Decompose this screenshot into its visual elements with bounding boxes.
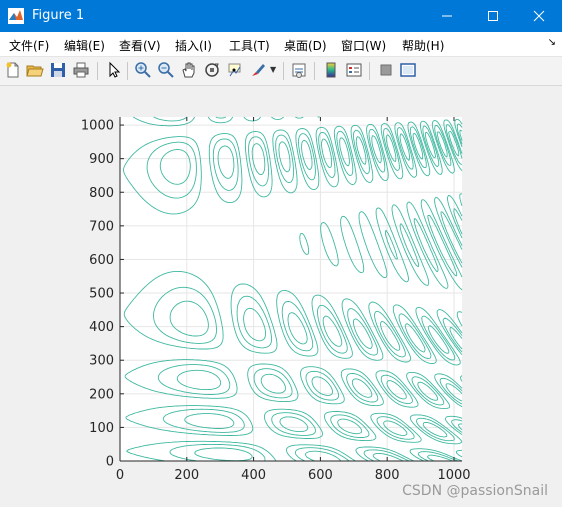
y-tick-label: 300 (89, 354, 114, 369)
menu-tools[interactable]: 工具(T) (229, 37, 270, 54)
x-tick-label: 200 (174, 468, 199, 483)
double-chevron-icon[interactable]: ↘ (548, 37, 556, 48)
toolbar-separator (127, 62, 128, 80)
maximize-icon (488, 11, 498, 21)
legend-icon[interactable] (345, 61, 363, 79)
brush-dropdown-icon[interactable]: ▼ (270, 65, 276, 74)
y-tick-label: 800 (89, 186, 114, 201)
menu-desktop[interactable]: 桌面(D) (284, 37, 327, 54)
y-tick-label: 500 (89, 287, 114, 302)
window-title: Figure 1 (32, 8, 85, 23)
zoom-out-icon[interactable] (157, 61, 175, 79)
show-plot-tools-icon[interactable] (399, 61, 417, 79)
y-tick-label: 1000 (81, 119, 114, 134)
title-bar[interactable]: Figure 1 (0, 0, 562, 32)
hide-plot-tools-icon[interactable] (377, 61, 395, 79)
toolbar-separator (314, 62, 315, 80)
menu-help[interactable]: 帮助(H) (402, 37, 444, 54)
y-tick-label: 400 (89, 320, 114, 335)
pointer-icon[interactable] (105, 61, 123, 79)
minimize-icon (442, 15, 452, 17)
zoom-in-icon[interactable] (134, 61, 152, 79)
menu-bar: 文件(F) 编辑(E) 查看(V) 插入(I) 工具(T) 桌面(D) 窗口(W… (0, 32, 562, 57)
y-tick-label: 200 (89, 387, 114, 402)
close-button[interactable] (516, 0, 562, 32)
contour-plot[interactable]: 0 200 400 600 800 1000 0 100 200 300 400 500 600 700 8… (0, 86, 562, 507)
pan-icon[interactable] (180, 61, 198, 79)
open-file-icon[interactable] (26, 61, 44, 79)
menu-insert[interactable]: 插入(I) (175, 37, 212, 54)
matlab-icon (8, 8, 24, 24)
toolbar: ▼ (0, 57, 562, 86)
y-tick-label: 600 (89, 253, 114, 268)
x-tick-label: 600 (308, 468, 333, 483)
menu-edit[interactable]: 编辑(E) (64, 37, 105, 54)
x-tick-label: 400 (241, 468, 266, 483)
y-tick-label: 100 (89, 421, 114, 436)
toolbar-separator (369, 62, 370, 80)
y-tick-label: 700 (89, 219, 114, 234)
x-tick-label: 0 (116, 468, 124, 483)
y-tick-label: 900 (89, 152, 114, 167)
y-tick-label: 0 (106, 455, 114, 470)
save-icon[interactable] (49, 61, 67, 79)
x-tick-label: 1000 (437, 468, 470, 483)
print-icon[interactable] (72, 61, 90, 79)
brush-icon[interactable] (249, 61, 267, 79)
data-cursor-icon[interactable] (226, 61, 244, 79)
figure-area: 0 200 400 600 800 1000 0 100 200 300 400 500 600 700 8… (0, 86, 562, 507)
x-tick-label: 800 (375, 468, 400, 483)
rotate-3d-icon[interactable] (203, 61, 221, 79)
close-icon (533, 10, 545, 22)
menu-view[interactable]: 查看(V) (119, 37, 161, 54)
menu-file[interactable]: 文件(F) (9, 37, 49, 54)
menu-window[interactable]: 窗口(W) (341, 37, 386, 54)
colorbar-icon[interactable] (322, 61, 340, 79)
toolbar-separator (97, 62, 98, 80)
minimize-button[interactable] (424, 0, 470, 32)
toolbar-separator (283, 62, 284, 80)
watermark: CSDN @passionSnail (402, 483, 548, 499)
link-plot-icon[interactable] (290, 61, 308, 79)
new-figure-icon[interactable] (4, 61, 22, 79)
maximize-button[interactable] (470, 0, 516, 32)
